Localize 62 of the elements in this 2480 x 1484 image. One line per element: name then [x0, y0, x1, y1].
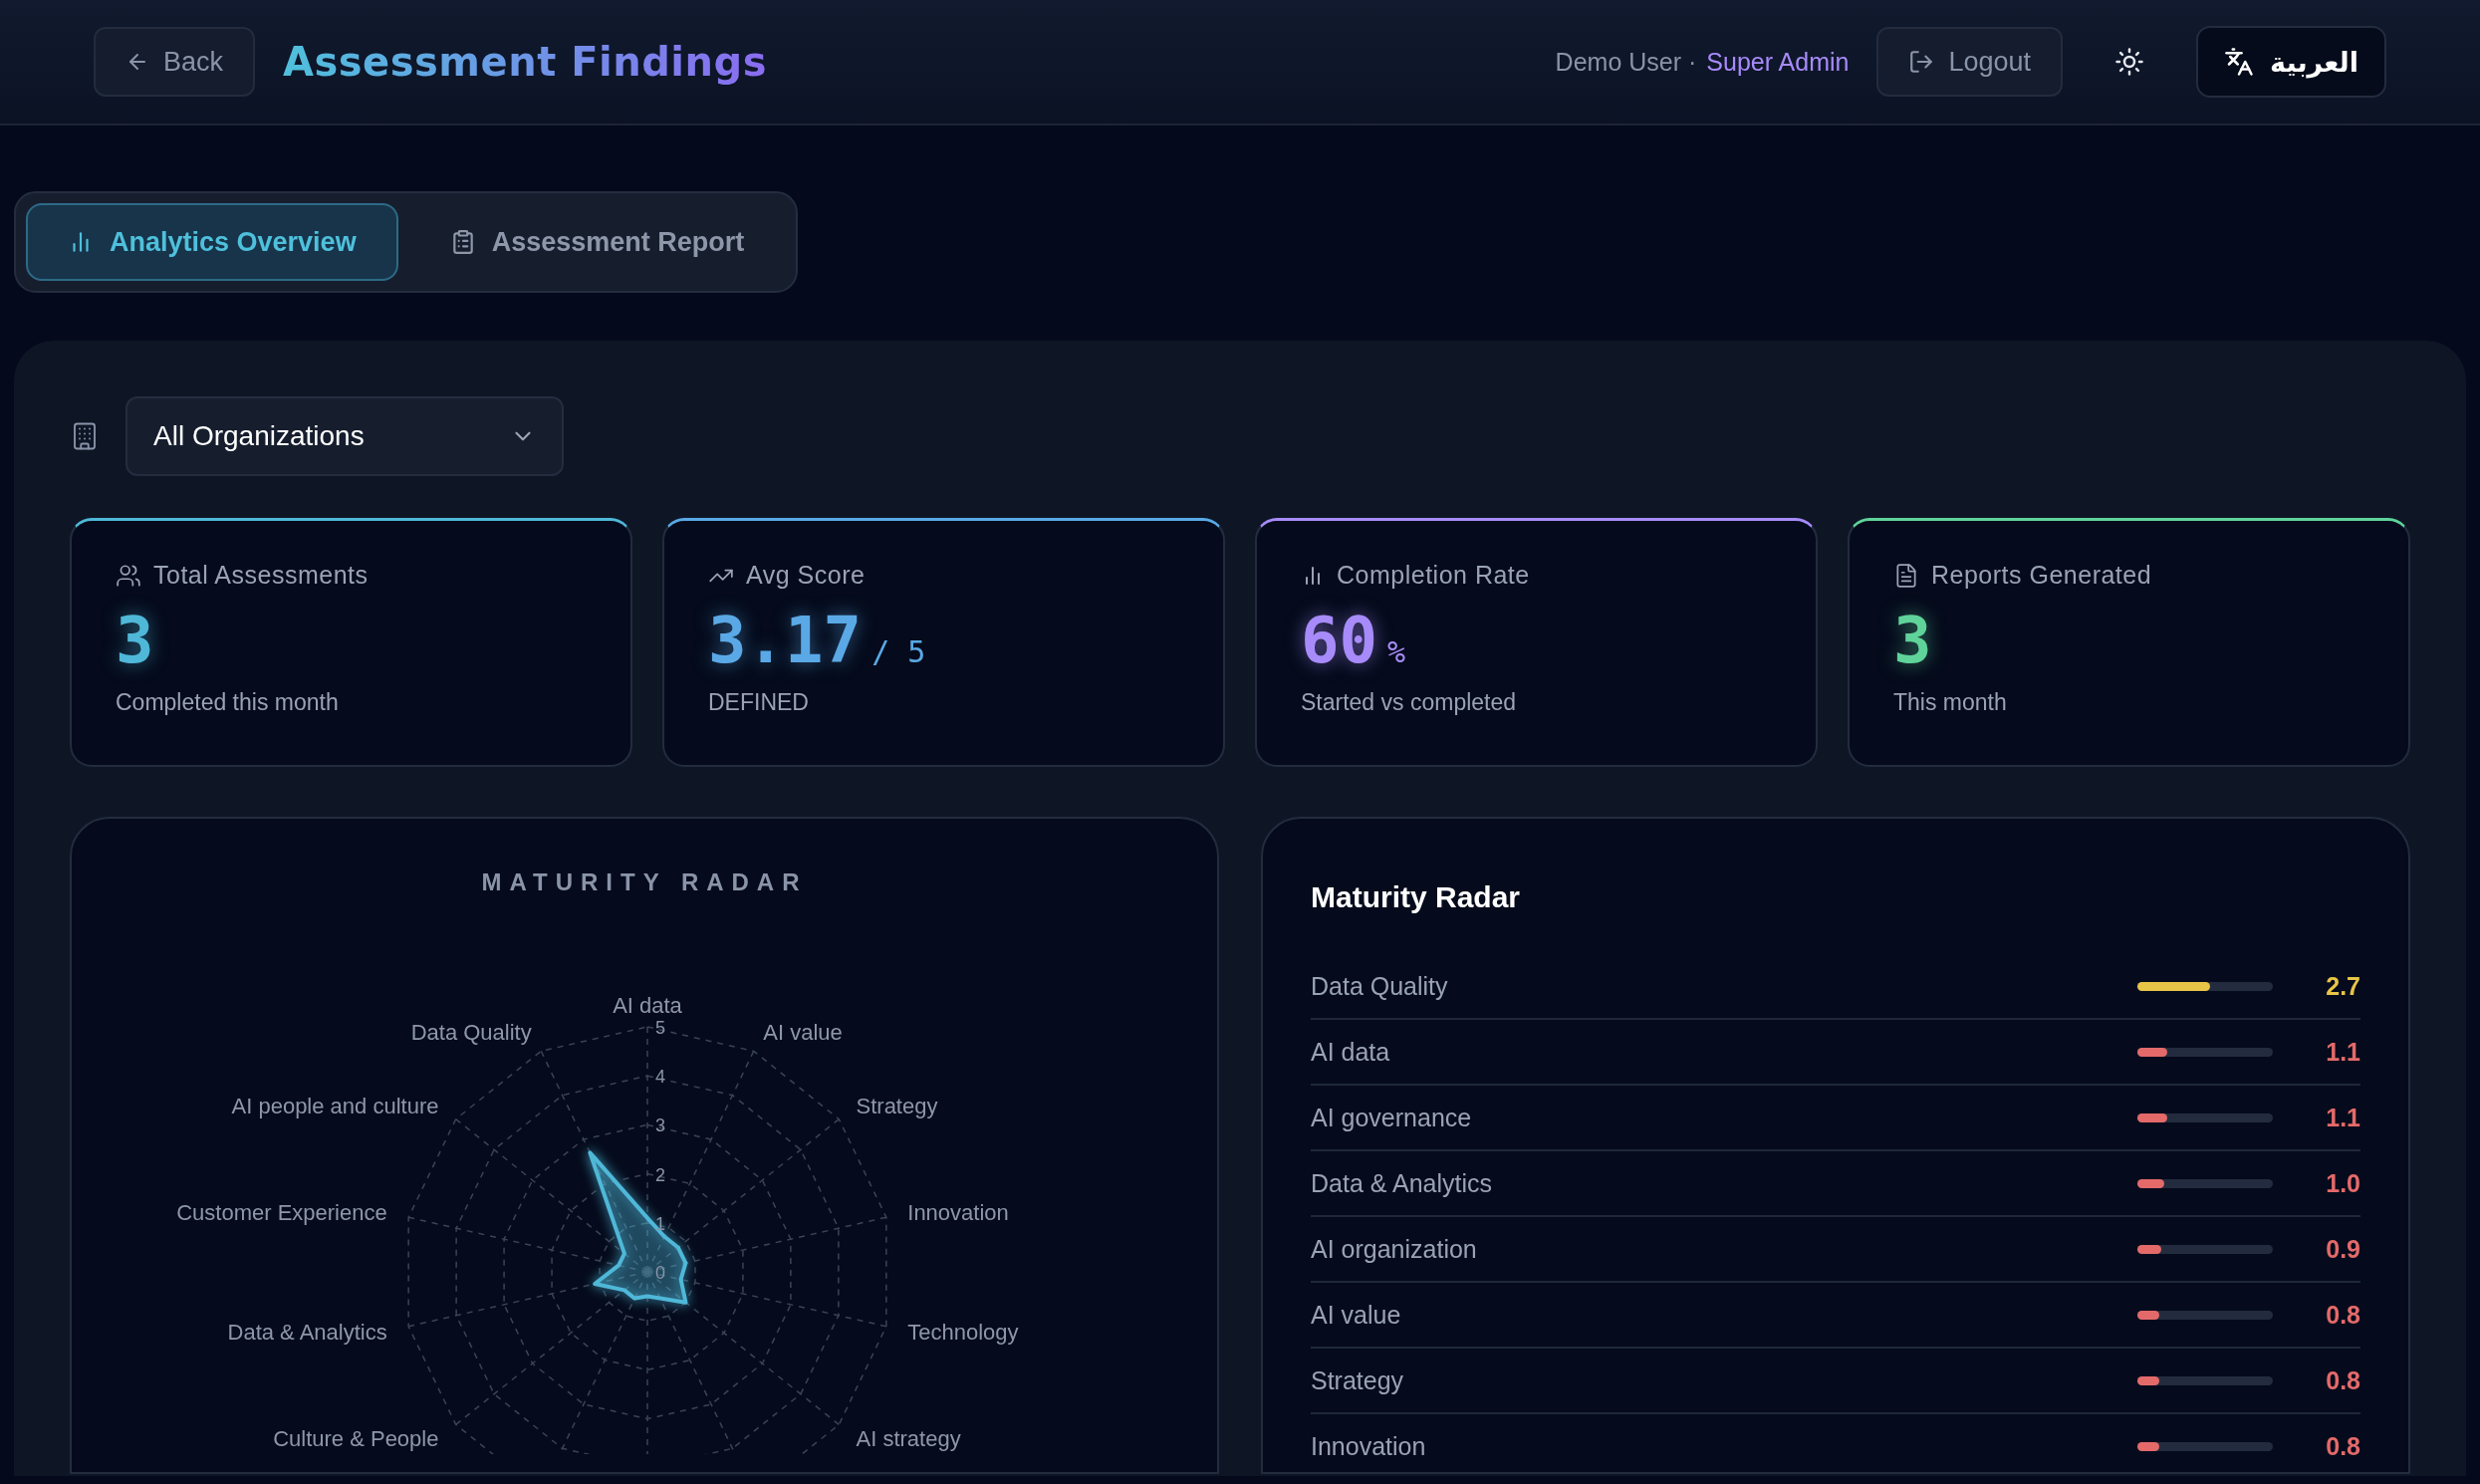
user-name: Demo User · [1555, 47, 1697, 77]
stat-label: Reports Generated [1931, 561, 2152, 590]
card-title: Maturity Radar [1311, 880, 1522, 914]
stat-note: Started vs completed [1301, 689, 1518, 716]
stat-label: Completion Rate [1337, 561, 1530, 590]
dimension-name: AI governance [1311, 1103, 1473, 1132]
score-value: 1.1 [2325, 1037, 2360, 1067]
dimension-name: Strategy [1311, 1365, 1405, 1395]
dimension-name: Data Quality [1311, 971, 1449, 1001]
stat-value: 60 [1301, 604, 1378, 677]
axis-label: Data Quality [410, 1019, 532, 1045]
stat-unit: % [1387, 634, 1406, 669]
language-button[interactable]: العربية [2196, 26, 2386, 98]
logout-button[interactable]: Logout [1876, 27, 2064, 97]
organization-select[interactable]: All Organizations [125, 396, 564, 476]
axis-label: AI people and culture [231, 1093, 439, 1118]
score-value: 0.8 [2325, 1365, 2360, 1395]
tick-label: 5 [655, 1018, 665, 1038]
tab[interactable]: Analytics Overview [26, 203, 398, 281]
back-button[interactable]: Back [94, 27, 256, 97]
stat-note: Completed this month [116, 689, 340, 716]
stat-value: 3 [1893, 604, 1932, 677]
score-value: 0.8 [2325, 1300, 2360, 1330]
stat-unit: / 5 [871, 634, 926, 669]
dimension-name: Data & Analytics [1311, 1168, 1494, 1198]
axis-label: AI strategy [856, 1426, 961, 1452]
user-role: Super Admin [1706, 47, 1850, 77]
axis-label: Culture & People [273, 1426, 439, 1452]
dimension-name: AI value [1311, 1300, 1402, 1330]
tab[interactable]: Assessment Report [407, 203, 787, 281]
tick-label: 3 [655, 1115, 665, 1136]
tick-label: 1 [655, 1213, 665, 1234]
score-value: 0.8 [2325, 1431, 2360, 1461]
axis-label: Strategy [856, 1093, 938, 1118]
axis-label: AI value [763, 1019, 843, 1045]
score-value: 1.1 [2325, 1103, 2360, 1132]
axis-label: Technology [907, 1319, 1019, 1345]
stat-value: 3.17 [708, 604, 863, 677]
stat-value: 3 [116, 604, 154, 677]
dimension-name: Innovation [1311, 1431, 1427, 1461]
score-value: 0.9 [2325, 1234, 2360, 1264]
dimension-name: AI organization [1311, 1234, 1478, 1264]
tick-label: 4 [655, 1067, 665, 1088]
axis-label: Customer Experience [176, 1200, 387, 1226]
tick-label: 2 [655, 1164, 665, 1185]
users-icon [116, 562, 141, 589]
axis-label: Innovation [907, 1200, 1009, 1226]
chart-title: MATURITY RADAR [480, 868, 809, 896]
stat-note: This month [1893, 689, 2008, 716]
score-value: 2.7 [2325, 971, 2360, 1001]
document-icon [1893, 562, 1919, 589]
axis-label: AI data [613, 993, 682, 1018]
tick-label: 0 [655, 1263, 665, 1283]
score-value: 1.0 [2325, 1168, 2360, 1198]
stat-note: DEFINED [708, 689, 810, 716]
logout-icon [1908, 49, 1935, 75]
stat-label: Total Assessments [153, 561, 369, 590]
sun-icon [2114, 47, 2145, 77]
axis-label: Data & Analytics [227, 1319, 387, 1345]
translate-icon [2224, 47, 2255, 77]
dimension-name: AI data [1311, 1037, 1391, 1067]
stat-label: Avg Score [746, 561, 866, 590]
